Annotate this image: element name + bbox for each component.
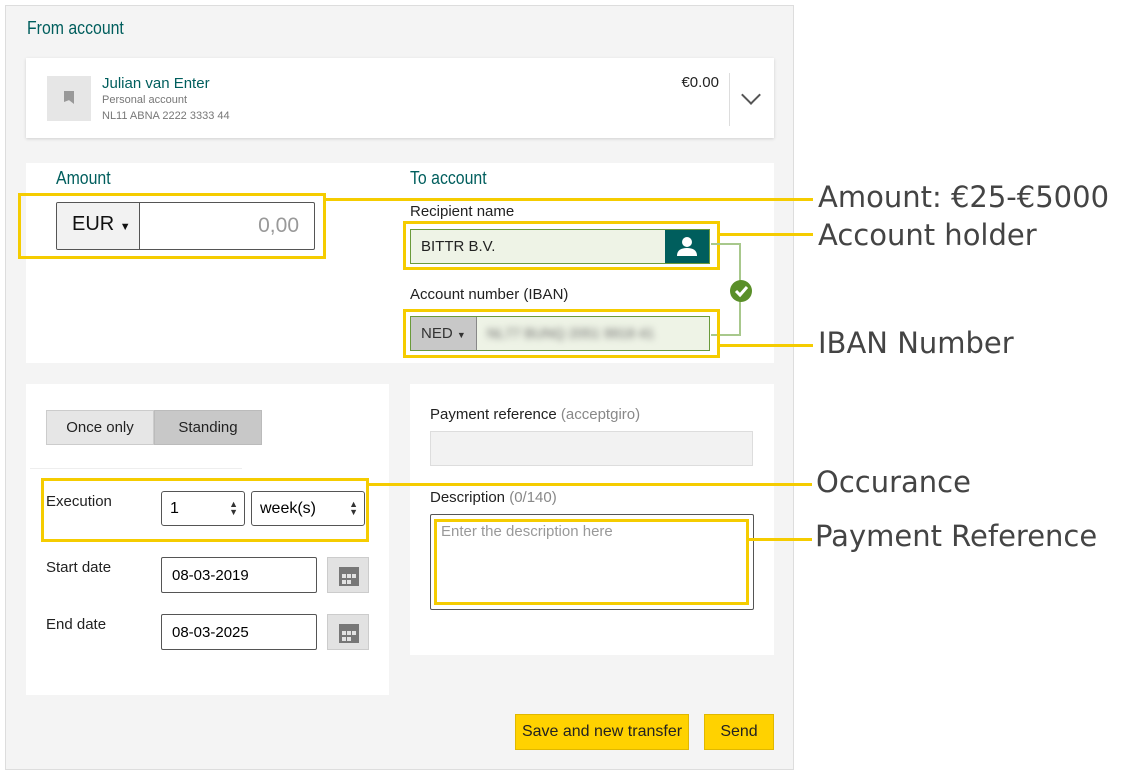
iban-input[interactable]: NL77 BUNQ 2051 9918 41 xyxy=(487,325,654,341)
iban-input-group: NED ▼ NL77 BUNQ 2051 9918 41 xyxy=(410,316,710,351)
divider xyxy=(729,73,730,126)
bank-logo-icon xyxy=(47,76,91,121)
end-date-input[interactable]: 08-03-2025 xyxy=(161,614,317,650)
account-iban: NL11 ABNA 2222 3333 44 xyxy=(102,110,230,122)
recipient-label: Recipient name xyxy=(410,203,515,220)
annotation-line-holder xyxy=(719,233,813,236)
annotation-reference: Payment Reference xyxy=(815,519,1098,553)
annotation-occurance: Occurance xyxy=(816,465,971,499)
account-balance: €0.00 xyxy=(681,74,719,91)
iban-label: Account number (IBAN) xyxy=(410,286,569,303)
annotation-amount: Amount: €25-€5000 xyxy=(818,180,1110,214)
execution-count-select[interactable]: 1 ▲ ▼ xyxy=(161,491,245,526)
annotation-line-reference xyxy=(748,538,812,541)
account-name: Julian van Enter xyxy=(102,75,210,92)
send-button[interactable]: Send xyxy=(704,714,774,750)
updown-arrows-icon: ▲ ▼ xyxy=(229,499,238,517)
start-date-label: Start date xyxy=(46,559,112,576)
annotation-iban: IBAN Number xyxy=(818,326,1014,360)
execution-label: Execution xyxy=(46,493,112,510)
account-type: Personal account xyxy=(102,94,187,106)
annotation-line-occurance xyxy=(368,483,812,486)
execution-count-value: 1 xyxy=(170,500,179,517)
payment-reference-label: Payment reference (acceptgiro) xyxy=(430,406,641,423)
divider xyxy=(30,468,242,469)
annotation-line-iban xyxy=(719,344,813,347)
updown-arrows-icon: ▲ ▼ xyxy=(349,499,358,517)
annotation-holder: Account holder xyxy=(818,218,1037,252)
end-date-calendar-button[interactable] xyxy=(327,614,369,650)
description-placeholder: Enter the description here xyxy=(441,523,613,540)
country-dropdown[interactable]: NED ▼ xyxy=(411,317,477,350)
recipient-value: BITTR B.V. xyxy=(421,238,496,255)
tab-once-only[interactable]: Once only xyxy=(46,410,154,445)
contacts-button[interactable] xyxy=(665,230,709,263)
caret-down-icon: ▼ xyxy=(456,330,466,340)
currency-dropdown[interactable]: EUR ▼ xyxy=(57,203,140,249)
save-and-new-transfer-button[interactable]: Save and new transfer xyxy=(515,714,689,750)
person-icon xyxy=(677,237,697,256)
chevron-down-icon[interactable] xyxy=(741,85,761,105)
from-account-selector[interactable]: Julian van Enter Personal account NL11 A… xyxy=(26,58,774,138)
check-circle-icon xyxy=(730,280,752,302)
execution-unit-value: week(s) xyxy=(260,500,317,517)
from-account-heading: From account xyxy=(27,18,124,38)
start-date-calendar-button[interactable] xyxy=(327,557,369,593)
annotation-line-amount xyxy=(325,198,813,201)
payment-reference-input[interactable] xyxy=(430,431,753,466)
calendar-icon xyxy=(339,567,359,586)
calendar-icon xyxy=(339,624,359,643)
tab-standing[interactable]: Standing xyxy=(154,410,262,445)
currency-value: EUR xyxy=(72,213,115,235)
amount-heading: Amount xyxy=(56,168,111,188)
country-value: NED xyxy=(421,325,453,342)
recipient-input[interactable]: BITTR B.V. xyxy=(410,229,710,264)
description-label: Description (0/140) xyxy=(430,489,557,506)
amount-input-group: EUR ▼ 0,00 xyxy=(56,202,315,250)
end-date-label: End date xyxy=(46,616,107,633)
to-account-heading: To account xyxy=(410,168,487,188)
start-date-input[interactable]: 08-03-2019 xyxy=(161,557,317,593)
execution-unit-select[interactable]: week(s) ▲ ▼ xyxy=(251,491,365,526)
amount-input[interactable]: 0,00 xyxy=(258,214,299,238)
caret-down-icon: ▼ xyxy=(119,221,131,233)
